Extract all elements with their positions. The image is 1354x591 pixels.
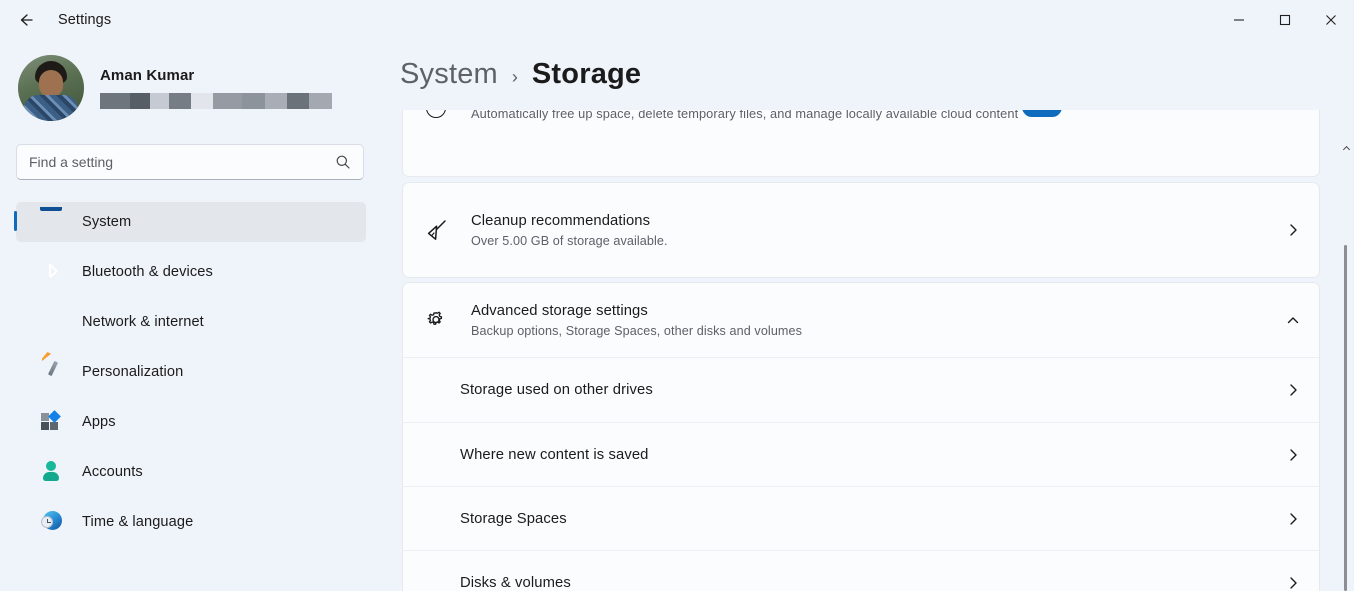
sidebar-item-label: Apps <box>82 414 116 430</box>
sidebar-item-accounts[interactable]: Accounts <box>16 452 366 492</box>
advanced-title: Advanced storage settings <box>471 303 1277 319</box>
sidebar-item-label: Time & language <box>82 514 193 530</box>
arrow-left-icon <box>16 10 36 30</box>
settings-scroll-area[interactable]: Automatically free up space, delete temp… <box>382 110 1354 591</box>
chevron-right-icon <box>1277 447 1301 463</box>
maximize-button[interactable] <box>1262 0 1308 40</box>
storage-sense-card[interactable]: Automatically free up space, delete temp… <box>402 110 1320 177</box>
advanced-subtitle: Backup options, Storage Spaces, other di… <box>471 324 1277 338</box>
account-header[interactable]: Aman Kumar <box>0 40 382 126</box>
chevron-right-icon <box>1277 382 1301 398</box>
sidebar-item-label: Accounts <box>82 464 143 480</box>
maximize-icon <box>1279 14 1291 26</box>
breadcrumb: System › Storage <box>382 40 1354 91</box>
minimize-button[interactable] <box>1216 0 1262 40</box>
cleanup-recommendations-row[interactable]: Cleanup recommendations Over 5.00 GB of … <box>403 183 1319 277</box>
sub-item-label: Storage Spaces <box>460 511 1277 527</box>
broom-icon <box>423 217 449 243</box>
storage-sense-toggle[interactable] <box>1018 110 1062 120</box>
close-button[interactable] <box>1308 0 1354 40</box>
bluetooth-icon <box>40 261 62 283</box>
search-box[interactable] <box>16 144 364 180</box>
search-input[interactable] <box>17 154 335 170</box>
chevron-right-icon <box>1277 511 1301 527</box>
close-icon <box>1325 14 1337 26</box>
sidebar-item-network-internet[interactable]: Network & internet <box>16 302 366 342</box>
paintbrush-icon <box>40 361 62 383</box>
main-content: System › Storage Automatically free up s… <box>382 40 1354 591</box>
sidebar-item-label: Network & internet <box>82 314 204 330</box>
account-name: Aman Kumar <box>100 67 332 84</box>
account-icon <box>40 461 62 483</box>
sidebar-item-label: Bluetooth & devices <box>82 264 213 280</box>
cleanup-subtitle: Over 5.00 GB of storage available. <box>471 234 1277 248</box>
sub-item-label: Where new content is saved <box>460 447 1277 463</box>
search-container <box>0 126 382 180</box>
window-controls <box>1216 0 1354 40</box>
sub-item-storage-spaces[interactable]: Storage Spaces <box>403 486 1319 550</box>
sidebar-item-bluetooth-devices[interactable]: Bluetooth & devices <box>16 252 366 292</box>
sidebar-item-apps[interactable]: Apps <box>16 402 366 442</box>
sidebar-item-label: Personalization <box>82 364 183 380</box>
storage-sense-row[interactable]: Automatically free up space, delete temp… <box>403 110 1319 154</box>
search-icon <box>335 154 363 170</box>
sidebar: Aman Kumar <box>0 40 382 591</box>
title-bar: Settings <box>0 0 1354 40</box>
settings-window: Settings <box>0 0 1354 591</box>
gear-icon <box>423 308 449 332</box>
chevron-up-icon[interactable] <box>1277 312 1301 328</box>
system-icon <box>40 211 62 233</box>
back-button[interactable] <box>10 4 42 36</box>
sidebar-item-label: System <box>82 214 131 230</box>
cleanup-recommendations-card[interactable]: Cleanup recommendations Over 5.00 GB of … <box>402 182 1320 278</box>
storage-sense-subtitle: Automatically free up space, delete temp… <box>471 110 1018 121</box>
scrollbar-thumb[interactable] <box>1344 245 1347 591</box>
advanced-storage-settings-card[interactable]: Advanced storage settings Backup options… <box>402 282 1320 591</box>
sub-item-disks-volumes[interactable]: Disks & volumes <box>403 550 1319 591</box>
sub-item-where-new-content-is-saved[interactable]: Where new content is saved <box>403 422 1319 486</box>
breadcrumb-separator: › <box>512 67 518 88</box>
advanced-storage-settings-row[interactable]: Advanced storage settings Backup options… <box>403 283 1319 357</box>
sidebar-nav: System Bluetooth & devices Network & int… <box>0 202 382 542</box>
sub-item-storage-used-on-other-drives[interactable]: Storage used on other drives <box>403 358 1319 422</box>
network-icon <box>40 311 62 333</box>
chevron-right-icon <box>1277 575 1301 591</box>
avatar <box>18 55 84 121</box>
page-title: Storage <box>532 58 641 91</box>
scroll-up-arrow-icon[interactable] <box>1343 146 1350 153</box>
window-title: Settings <box>58 12 111 28</box>
sidebar-item-personalization[interactable]: Personalization <box>16 352 366 392</box>
vertical-scrollbar[interactable] <box>1340 40 1352 591</box>
account-email-redacted <box>100 93 332 109</box>
apps-icon <box>40 411 62 433</box>
breadcrumb-parent[interactable]: System <box>400 58 498 91</box>
chevron-right-icon <box>1277 222 1301 238</box>
sidebar-item-time-language[interactable]: Time & language <box>16 502 366 542</box>
time-language-icon <box>40 511 62 533</box>
minimize-icon <box>1233 14 1245 26</box>
sub-item-label: Storage used on other drives <box>460 382 1277 398</box>
sidebar-item-system[interactable]: System <box>16 202 366 242</box>
cleanup-title: Cleanup recommendations <box>471 213 1277 229</box>
sub-item-label: Disks & volumes <box>460 575 1277 591</box>
storage-sense-icon <box>423 110 449 132</box>
